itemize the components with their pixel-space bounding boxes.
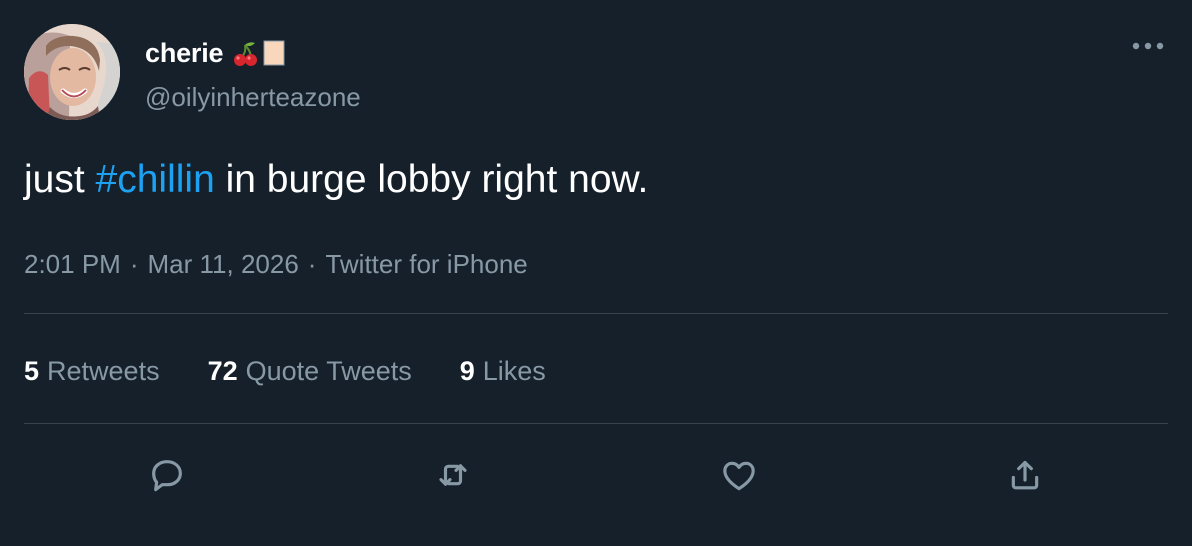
tweet-card: cherie @oilyinherteazone just #chillin i… (0, 0, 1192, 546)
more-icon (1132, 42, 1164, 50)
cherry-icon (234, 42, 258, 66)
likes-count: 9 (459, 355, 475, 386)
tofu-icon (263, 40, 285, 66)
author-emoji-group (231, 38, 286, 68)
tweet-time[interactable]: 2:01 PM (24, 249, 121, 280)
retweets-label: Retweets (47, 355, 160, 386)
like-button[interactable] (711, 447, 767, 503)
hashtag-link[interactable]: #chillin (96, 158, 215, 201)
more-options-button[interactable] (1130, 28, 1166, 64)
tweet-text-after: in burge lobby right now. (214, 158, 649, 201)
like-icon (719, 455, 759, 495)
likes-label: Likes (482, 355, 546, 386)
tweet-actions (0, 447, 1192, 503)
author-name-row[interactable]: cherie (145, 36, 286, 70)
likes-stat[interactable]: 9 Likes (460, 356, 546, 387)
meta-separator: · (129, 248, 139, 279)
tweet-date[interactable]: Mar 11, 2026 (148, 249, 299, 280)
avatar[interactable] (24, 24, 120, 120)
tweet-meta: 2:01 PM · Mar 11, 2026 · Twitter for iPh… (24, 245, 528, 283)
retweet-button[interactable] (425, 447, 481, 503)
retweets-count: 5 (24, 355, 40, 386)
quote-tweets-label: Quote Tweets (245, 355, 412, 386)
divider (24, 313, 1168, 314)
retweets-stat[interactable]: 5 Retweets (24, 356, 160, 387)
meta-separator: · (307, 248, 317, 279)
author-handle[interactable]: @oilyinherteazone (145, 80, 361, 114)
share-button[interactable] (997, 447, 1053, 503)
tweet-text: just #chillin in burge lobby right now. (24, 152, 1164, 208)
reply-icon (147, 455, 187, 495)
quote-tweets-stat[interactable]: 72 Quote Tweets (208, 356, 412, 387)
reply-button[interactable] (139, 447, 195, 503)
share-icon (1005, 455, 1045, 495)
author-display-name[interactable]: cherie (145, 36, 224, 70)
divider (24, 423, 1168, 424)
tweet-stats: 5 Retweets 72 Quote Tweets 9 Likes (24, 350, 546, 392)
retweet-icon (432, 455, 474, 495)
avatar-image (24, 24, 120, 120)
tweet-source[interactable]: Twitter for iPhone (325, 249, 527, 280)
quote-tweets-count: 72 (207, 355, 238, 386)
tweet-text-before: just (24, 158, 96, 201)
